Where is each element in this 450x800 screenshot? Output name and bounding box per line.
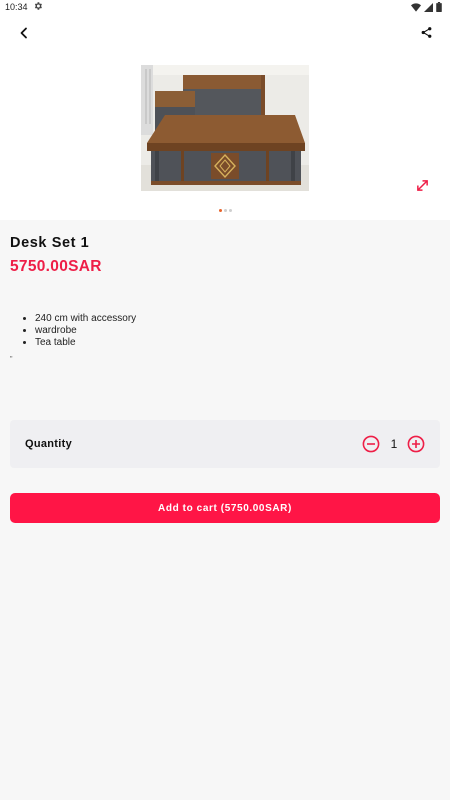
product-price: 5750.00SAR [10, 258, 102, 275]
settings-icon [33, 1, 43, 13]
gallery-indicator [219, 209, 232, 212]
quantity-label: Quantity [25, 438, 73, 450]
minus-circle-icon [362, 435, 380, 453]
gallery-dot[interactable] [229, 209, 232, 212]
expand-button[interactable] [410, 176, 434, 200]
feature-item: Tea table [35, 337, 136, 349]
decrease-quantity-button[interactable] [362, 435, 380, 453]
quantity-value: 1 [390, 437, 398, 451]
plus-circle-icon [407, 435, 425, 453]
expand-icon [416, 179, 429, 197]
product-title: Desk Set 1 [10, 235, 90, 251]
back-button[interactable] [14, 25, 34, 45]
quantity-panel: Quantity 1 [10, 420, 440, 468]
status-bar: 10:34 [0, 0, 450, 14]
share-icon [420, 26, 433, 44]
add-to-cart-button[interactable]: Add to cart (5750.00SAR) [10, 493, 440, 523]
battery-icon [436, 2, 442, 14]
feature-item: wardrobe [35, 325, 136, 337]
wifi-icon [411, 2, 421, 14]
gallery-dot[interactable] [219, 209, 222, 212]
image-gallery[interactable] [0, 56, 450, 220]
product-features: 240 cm with accessory wardrobe Tea table [35, 313, 136, 349]
chevron-left-icon [18, 26, 30, 44]
app-bar [0, 14, 450, 56]
description-tail: " [10, 356, 13, 363]
status-time: 10:34 [5, 2, 28, 12]
share-button[interactable] [416, 25, 436, 45]
increase-quantity-button[interactable] [407, 435, 425, 453]
product-image[interactable] [141, 65, 309, 191]
feature-item: 240 cm with accessory [35, 313, 136, 325]
gallery-dot[interactable] [224, 209, 227, 212]
signal-icon [424, 2, 433, 14]
